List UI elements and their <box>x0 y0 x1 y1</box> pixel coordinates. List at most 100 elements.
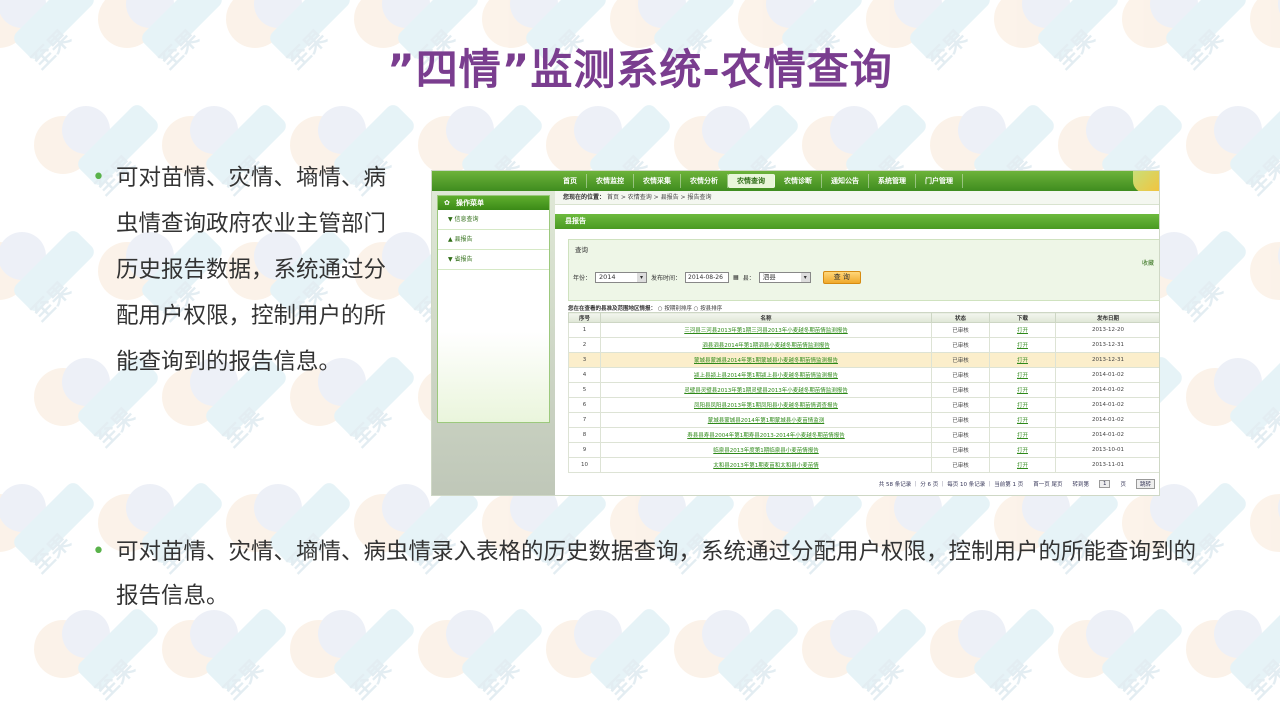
watermark-logo-icon: 至果 <box>418 605 546 720</box>
download-link[interactable]: 打开 <box>989 442 1056 458</box>
report-name-link[interactable]: 三河县三河县2013年第1期三河县2013年小麦越冬期苗情监测报告 <box>600 322 932 338</box>
tab-3[interactable]: 农情分析 <box>681 174 728 188</box>
report-name-link[interactable]: 寿县县寿县2004年第1期寿县2013-2014年小麦越冬期苗情报告 <box>600 427 932 443</box>
pager: 共 58 条记录 ｜ 分 6 页 ｜ 每页 10 条记录 ｜ 当前第 1 页 首… <box>568 478 1159 490</box>
table-cell: 已审核 <box>931 337 990 353</box>
table-cell: 已审核 <box>931 322 990 338</box>
sidebar-panel: 操作菜单 ▼ 信息查询 ▲ 县报告 ▼ 省报告 <box>437 195 550 423</box>
table-header-cell: 发布日期 <box>1055 312 1159 323</box>
table-row[interactable]: 9 临泉县2013年度第1期临泉县小麦苗情报告 已审核 打开 2013-10-01 <box>568 442 1159 458</box>
download-link[interactable]: 打开 <box>989 427 1056 443</box>
tab-4[interactable]: 农情查询 <box>728 174 775 188</box>
watermark-logo-icon: 至果 <box>1186 353 1280 478</box>
table-cell: 2014-01-02 <box>1055 382 1159 398</box>
top-nav: 首页 农情监控 农情采集 农情分析 农情查询 农情诊断 通知公告 系统管理 门户管理 <box>554 174 963 188</box>
watermark-logo-icon: 至果 <box>1186 605 1280 720</box>
bullet-dot-icon: • <box>92 539 105 564</box>
tab-5[interactable]: 农情诊断 <box>775 174 822 188</box>
bullet-bottom-text: 可对苗情、灾情、墒情、病虫情录入表格的历史数据查询，系统通过分配用户权限，控制用… <box>116 539 1197 609</box>
download-link[interactable]: 打开 <box>989 367 1056 383</box>
report-bar: 县报告 <box>555 214 1159 229</box>
table-row[interactable]: 4 颍上县颍上县2014年第1期颍上县小麦越冬期苗情监测报告 已审核 打开 2014-0… <box>568 367 1159 383</box>
download-link[interactable]: 打开 <box>989 337 1056 353</box>
table-cell: 已审核 <box>931 457 990 473</box>
download-link[interactable]: 打开 <box>989 412 1056 428</box>
top-nav-bar: 首页 农情监控 农情采集 农情分析 农情查询 农情诊断 通知公告 系统管理 门户管理 <box>432 171 1159 193</box>
table-cell: 2013-10-01 <box>1055 442 1159 458</box>
tab-0[interactable]: 首页 <box>554 174 587 188</box>
watermark-logo-icon: 至果 <box>34 605 162 720</box>
watermark-logo-icon: 至果 <box>930 605 1058 720</box>
watermark-logo-icon: 至果 <box>0 479 98 604</box>
table-row[interactable]: 6 凤阳县凤阳县2013年第1期凤阳县小麦越冬期苗情调查报告 已审核 打开 2014-0… <box>568 397 1159 413</box>
table-cell: 10 <box>568 457 601 473</box>
report-name-link[interactable]: 泗县泗县2014年第1期泗县小麦越冬期苗情监测报告 <box>600 337 932 353</box>
leaf-decoration-icon <box>1133 171 1159 193</box>
table-row[interactable]: 8 寿县县寿县2004年第1期寿县2013-2014年小麦越冬期苗情报告 已审核 打开… <box>568 427 1159 443</box>
pager-go-button[interactable]: 跳转 <box>1135 479 1155 489</box>
report-name-link[interactable]: 灵璧县灵璧县2013年第1期灵璧县2013年小麦越冬期苗情监测报告 <box>600 382 932 398</box>
table-header-cell: 名称 <box>600 312 932 323</box>
auth-line: 您在在查看的县准及范围地区情报： ○ 按期别排序 ○ 按县排序 <box>568 304 722 312</box>
table-header-cell: 状态 <box>931 312 990 323</box>
table-row[interactable]: 1 三河县三河县2013年第1期三河县2013年小麦越冬期苗情监测报告 已审核 打开 2… <box>568 322 1159 338</box>
breadcrumb: 您现在的位置： 首页 > 农情查询 > 县报告 > 报告查询 <box>555 191 1159 205</box>
bullet-bottom: • 可对苗情、灾情、墒情、病虫情录入表格的历史数据查询，系统通过分配用户权限，控… <box>92 530 1202 618</box>
report-name-link[interactable]: 蒙城县蒙城县2014年第1期蒙城县小麦苗情监测 <box>600 412 932 428</box>
date-input[interactable]: 2014-08-26 <box>685 272 730 283</box>
pager-nav[interactable]: 首一页 尾页 <box>1033 480 1062 488</box>
download-link[interactable]: 打开 <box>989 457 1056 473</box>
watermark-logo-icon: 至果 <box>162 605 290 720</box>
table-row[interactable]: 5 灵璧县灵璧县2013年第1期灵璧县2013年小麦越冬期苗情监测报告 已审核 打开 2… <box>568 382 1159 398</box>
sidebar: 操作菜单 ▼ 信息查询 ▲ 县报告 ▼ 省报告 <box>432 191 555 495</box>
county-select[interactable]: 泗县 <box>758 272 811 283</box>
report-name-link[interactable]: 蒙城县蒙城县2014年第1期蒙城县小麦越冬期苗情监测报告 <box>600 352 932 368</box>
county-label: 县： <box>742 275 755 282</box>
sidebar-item-province-report[interactable]: ▼ 省报告 <box>438 250 549 270</box>
table-cell: 2 <box>568 337 601 353</box>
watermark-logo-icon: 至果 <box>802 605 930 720</box>
table-cell: 7 <box>568 412 601 428</box>
table-row[interactable]: 7 蒙城县蒙城县2014年第1期蒙城县小麦苗情监测 已审核 打开 2014-01-02 <box>568 412 1159 428</box>
download-link[interactable]: 打开 <box>989 352 1056 368</box>
table-row[interactable]: 10 太和县2013年第1期麦苗和太和县小麦苗情 已审核 打开 2013-11-01 <box>568 457 1159 473</box>
tab-1[interactable]: 农情监控 <box>587 174 634 188</box>
report-name-link[interactable]: 太和县2013年第1期麦苗和太和县小麦苗情 <box>600 457 932 473</box>
table-header: 序号 名称 状态 下载 发布日期 <box>568 312 1159 323</box>
report-name-link[interactable]: 颍上县颍上县2014年第1期颍上县小麦越冬期苗情监测报告 <box>600 367 932 383</box>
watermark-logo-icon: 至果 <box>674 605 802 720</box>
table-cell: 已审核 <box>931 397 990 413</box>
tab-2[interactable]: 农情采集 <box>634 174 681 188</box>
query-button[interactable]: 查 询 <box>822 271 861 284</box>
table-header-cell: 序号 <box>568 312 601 323</box>
watermark-logo-icon: 至果 <box>546 605 674 720</box>
tab-7[interactable]: 系统管理 <box>869 174 916 188</box>
tab-6[interactable]: 通知公告 <box>822 174 869 188</box>
year-select[interactable]: 2014 <box>595 272 648 283</box>
table-cell: 4 <box>568 367 601 383</box>
table-cell: 2013-11-01 <box>1055 457 1159 473</box>
report-name-link[interactable]: 凤阳县凤阳县2013年第1期凤阳县小麦越冬期苗情调查报告 <box>600 397 932 413</box>
table-cell: 6 <box>568 397 601 413</box>
table-cell: 已审核 <box>931 412 990 428</box>
pager-info: 共 58 条记录 ｜ 分 6 页 ｜ 每页 10 条记录 ｜ 当前第 1 页 <box>878 482 1024 488</box>
table-row[interactable]: 2 泗县泗县2014年第1期泗县小麦越冬期苗情监测报告 已审核 打开 2013-12-3… <box>568 337 1159 353</box>
sidebar-item-info[interactable]: ▼ 信息查询 <box>438 210 549 230</box>
download-link[interactable]: 打开 <box>989 397 1056 413</box>
breadcrumb-path: 首页 > 农情查询 > 县报告 > 报告查询 <box>606 194 712 201</box>
favorite-link[interactable]: 收藏 <box>1142 258 1154 267</box>
table-cell: 2013-12-31 <box>1055 337 1159 353</box>
tab-8[interactable]: 门户管理 <box>916 174 963 188</box>
table-cell: 已审核 <box>931 382 990 398</box>
bullet-left: • 可对苗情、灾情、墒情、病虫情查询政府农业主管部门历史报告数据，系统通过分配用… <box>92 155 402 385</box>
download-link[interactable]: 打开 <box>989 322 1056 338</box>
sidebar-item-county-report[interactable]: ▲ 县报告 <box>438 230 549 250</box>
calendar-icon[interactable]: ▦ <box>733 274 739 281</box>
report-name-link[interactable]: 临泉县2013年度第1期临泉县小麦苗情报告 <box>600 442 932 458</box>
pager-jump-input[interactable]: 1 <box>1098 480 1111 488</box>
table-row[interactable]: 3 蒙城县蒙城县2014年第1期蒙城县小麦越冬期苗情监测报告 已审核 打开 2013-1… <box>568 352 1159 368</box>
date-label: 发布时间： <box>651 275 682 282</box>
download-link[interactable]: 打开 <box>989 382 1056 398</box>
query-title: 查询 <box>575 246 588 254</box>
table-cell: 3 <box>568 352 601 368</box>
